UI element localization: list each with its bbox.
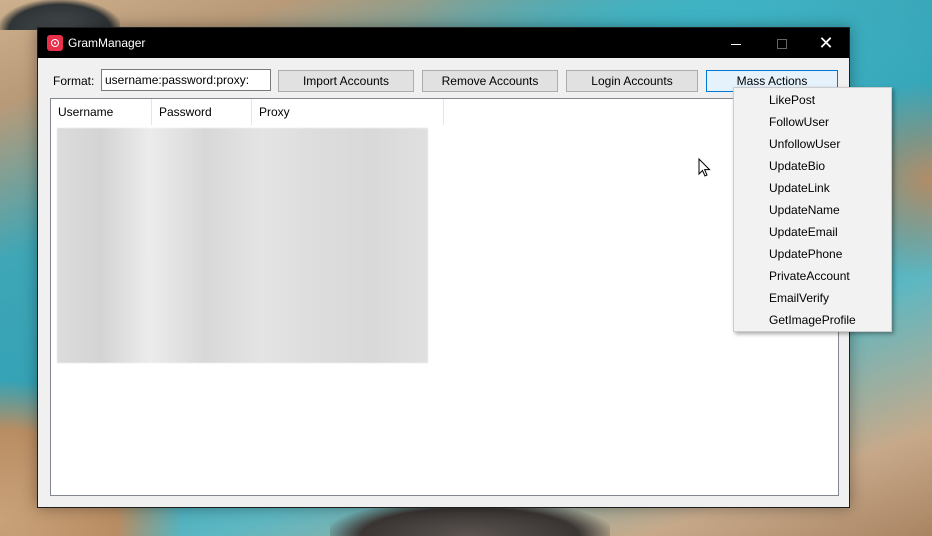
maximize-button[interactable] [759, 28, 805, 58]
menu-item-unfollowuser[interactable]: UnfollowUser [736, 133, 889, 155]
maximize-icon [777, 39, 787, 50]
menu-item-updatename[interactable]: UpdateName [736, 199, 889, 221]
app-icon [47, 35, 63, 51]
login-accounts-button[interactable]: Login Accounts [566, 70, 698, 92]
desktop-rock-decoration [0, 0, 120, 30]
import-accounts-button[interactable]: Import Accounts [278, 70, 414, 92]
remove-accounts-button[interactable]: Remove Accounts [422, 70, 558, 92]
close-button[interactable]: ✕ [803, 28, 849, 58]
close-icon: ✕ [818, 33, 834, 53]
window-title: GramManager [68, 36, 146, 50]
format-label: Format: [53, 74, 95, 88]
menu-item-followuser[interactable]: FollowUser [736, 111, 889, 133]
format-input[interactable] [101, 69, 271, 91]
blurred-account-rows [57, 128, 428, 363]
menu-item-likepost[interactable]: LikePost [736, 89, 889, 111]
column-header-password[interactable]: Password [152, 99, 252, 125]
grid-header: Username Password Proxy [51, 99, 445, 125]
menu-item-updatephone[interactable]: UpdatePhone [736, 243, 889, 265]
menu-item-updateemail[interactable]: UpdateEmail [736, 221, 889, 243]
minimize-button[interactable] [713, 28, 759, 58]
menu-item-updatelink[interactable]: UpdateLink [736, 177, 889, 199]
app-window: GramManager ✕ Format: Import Accounts Re… [37, 27, 850, 508]
mass-actions-menu: LikePost FollowUser UnfollowUser UpdateB… [733, 87, 892, 332]
title-bar[interactable]: GramManager ✕ [38, 28, 849, 58]
column-header-proxy[interactable]: Proxy [252, 99, 444, 125]
menu-item-getimageprofile[interactable]: GetImageProfile [736, 309, 889, 331]
mouse-pointer-icon [698, 158, 711, 177]
menu-item-privateaccount[interactable]: PrivateAccount [736, 265, 889, 287]
accounts-grid[interactable]: Username Password Proxy [50, 98, 839, 496]
menu-item-emailverify[interactable]: EmailVerify [736, 287, 889, 309]
minimize-icon [731, 43, 741, 45]
column-header-username[interactable]: Username [51, 99, 152, 125]
menu-item-updatebio[interactable]: UpdateBio [736, 155, 889, 177]
